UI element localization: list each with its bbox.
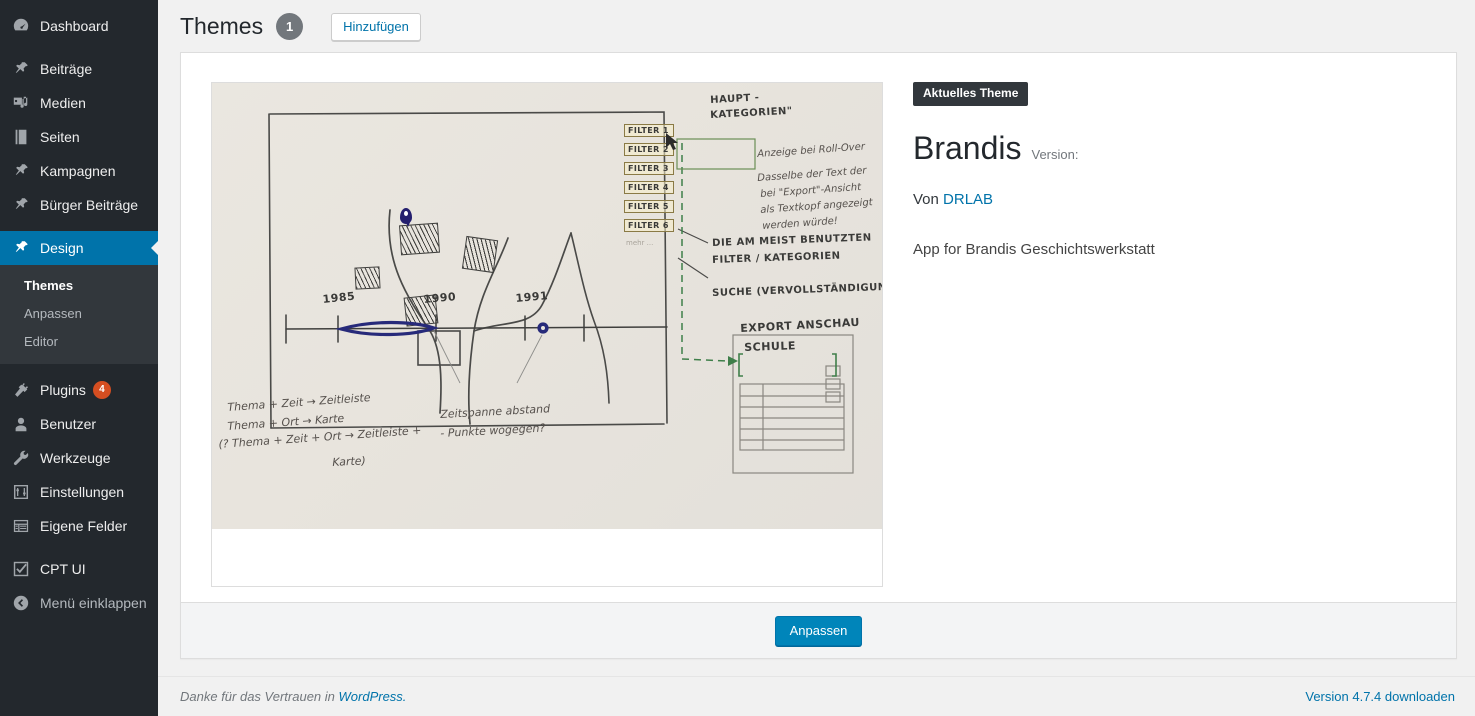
footer-version: Version 4.7.4 downloaden xyxy=(1305,689,1455,704)
design-submenu: Themes Anpassen Editor xyxy=(0,265,158,364)
sidebar-item-design[interactable]: Design xyxy=(0,231,158,265)
theme-about: 1985 1990 1991 Thema + Zeit → Zeitleiste… xyxy=(181,53,1456,587)
dashboard-icon xyxy=(11,16,31,36)
appearance-icon xyxy=(11,238,31,258)
pages-icon xyxy=(11,127,31,147)
menu-spacer-top xyxy=(0,0,158,9)
theme-author-prefix: Von xyxy=(913,190,939,208)
submenu-item-anpassen[interactable]: Anpassen xyxy=(0,300,158,328)
sidebar-item-plugins[interactable]: Plugins 4 xyxy=(0,373,158,407)
sidebar-label: Plugins xyxy=(40,382,86,398)
theme-author: Von DRLAB xyxy=(913,191,1426,208)
theme-description: App for Brandis Geschichtswerkstatt xyxy=(913,240,1155,258)
sidebar-label: Design xyxy=(40,240,84,256)
sidebar-label: CPT UI xyxy=(40,561,86,577)
sidebar-label: Menü einklappen xyxy=(40,595,147,611)
sidebar-item-werkzeuge[interactable]: Werkzeuge xyxy=(0,441,158,475)
theme-overlay-body: 1985 1990 1991 Thema + Zeit → Zeitleiste… xyxy=(181,53,1456,602)
sidebar-item-benutzer[interactable]: Benutzer xyxy=(0,407,158,441)
pin-icon xyxy=(11,59,31,79)
main-content: Themes 1 Hinzufügen 1985 1990 1991 Thema… xyxy=(158,0,1475,716)
footer-thanks-text: Danke für das Vertrauen in xyxy=(180,689,335,704)
sidebar-label: Medien xyxy=(40,95,86,111)
pin-icon xyxy=(11,195,31,215)
sidebar-item-kampagnen[interactable]: Kampagnen xyxy=(0,154,158,188)
sidebar-label: Einstellungen xyxy=(40,484,125,500)
submenu-item-editor[interactable]: Editor xyxy=(0,328,158,356)
checkbox-icon xyxy=(11,559,31,579)
admin-footer: Danke für das Vertrauen in WordPress. Ve… xyxy=(158,676,1475,716)
sidebar-label: Kampagnen xyxy=(40,163,116,179)
add-theme-button[interactable]: Hinzufügen xyxy=(331,12,421,41)
submenu-item-themes[interactable]: Themes xyxy=(0,272,158,300)
sidebar-label: Eigene Felder xyxy=(40,518,128,534)
sidebar-label: Werkzeuge xyxy=(40,450,111,466)
sidebar-item-medien[interactable]: Medien xyxy=(0,86,158,120)
customize-button[interactable]: Anpassen xyxy=(774,615,863,646)
menu-spacer-4 xyxy=(0,543,158,552)
page-header: Themes 1 Hinzufügen xyxy=(158,0,1475,44)
sidebar-item-einstellungen[interactable]: Einstellungen xyxy=(0,475,158,509)
sidebar-item-collapse-menu[interactable]: Menü einklappen xyxy=(0,586,158,620)
collapse-icon xyxy=(11,593,31,613)
sidebar-item-beitraege[interactable]: Beiträge xyxy=(0,52,158,86)
theme-screenshot-frame[interactable]: 1985 1990 1991 Thema + Zeit → Zeitleiste… xyxy=(211,82,883,587)
sidebar-item-buerger-beitraege[interactable]: Bürger Beiträge xyxy=(0,188,158,222)
plugins-update-badge: 4 xyxy=(92,381,111,399)
sidebar-label: Bürger Beiträge xyxy=(40,197,139,213)
sketch-photo: 1985 1990 1991 Thema + Zeit → Zeitleiste… xyxy=(212,83,882,529)
sidebar-item-dashboard[interactable]: Dashboard xyxy=(0,9,158,43)
theme-screenshot-image[interactable]: 1985 1990 1991 Thema + Zeit → Zeitleiste… xyxy=(212,83,882,529)
sidebar-item-cpt-ui[interactable]: CPT UI xyxy=(0,552,158,586)
tools-icon xyxy=(11,448,31,468)
settings-icon xyxy=(11,482,31,502)
admin-sidebar: Dashboard Beiträge Medien Seiten Kampagn… xyxy=(0,0,158,716)
menu-spacer-3 xyxy=(0,364,158,373)
sidebar-label: Beiträge xyxy=(40,61,93,77)
theme-version-label: Version: xyxy=(1031,147,1079,162)
wordpress-link[interactable]: WordPress. xyxy=(339,689,407,704)
footer-thanks: Danke für das Vertrauen in WordPress. xyxy=(180,689,406,704)
theme-count-badge: 1 xyxy=(276,13,304,40)
sidebar-label: Seiten xyxy=(40,129,80,145)
menu-spacer-1 xyxy=(0,43,158,52)
custom-fields-icon xyxy=(11,516,31,536)
theme-overlay-panel: 1985 1990 1991 Thema + Zeit → Zeitleiste… xyxy=(180,52,1457,659)
page-title: Themes xyxy=(180,13,264,39)
media-icon xyxy=(11,93,31,113)
theme-name: Brandis Version: xyxy=(913,128,1426,170)
sketch-export-panel xyxy=(676,138,854,474)
cursor-arrow-icon xyxy=(666,133,678,150)
plugins-icon xyxy=(11,380,31,400)
theme-info: Aktuelles Theme Brandis Version: Von DRL… xyxy=(883,82,1426,587)
sidebar-item-eigene-felder[interactable]: Eigene Felder xyxy=(0,509,158,543)
sidebar-label: Benutzer xyxy=(40,416,97,432)
theme-author-link[interactable]: DRLAB xyxy=(943,191,993,208)
users-icon xyxy=(11,414,31,434)
theme-name-text: Brandis xyxy=(913,130,1022,166)
sidebar-label: Dashboard xyxy=(40,18,109,34)
version-download-link[interactable]: Version 4.7.4 downloaden xyxy=(1305,689,1455,704)
theme-actions-bar: Anpassen xyxy=(181,602,1456,658)
current-theme-badge: Aktuelles Theme xyxy=(913,82,1029,106)
sidebar-item-seiten[interactable]: Seiten xyxy=(0,120,158,154)
pin-icon xyxy=(11,161,31,181)
menu-spacer-2 xyxy=(0,222,158,231)
